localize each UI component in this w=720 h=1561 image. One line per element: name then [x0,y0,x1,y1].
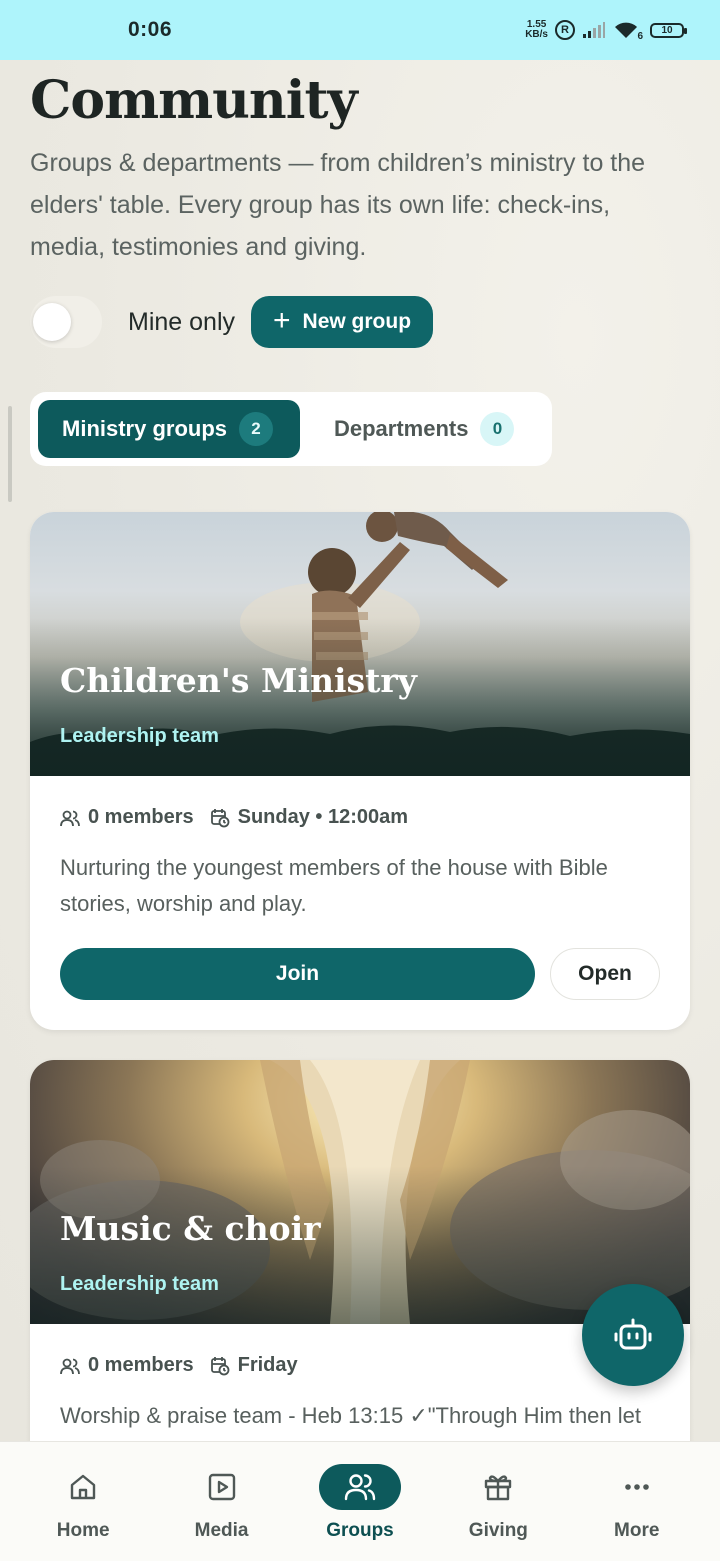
page-title: Community [30,70,358,131]
members-count: 0 members [60,806,194,829]
nav-item-more[interactable]: More [577,1464,697,1542]
status-time: 0:06 [128,18,173,41]
group-card-childrens-ministry[interactable]: Children's Ministry Leadership team 0 me… [30,512,690,1030]
status-icons: 1.55 KB/s R 6 10 [525,19,687,42]
new-group-label: New group [302,310,412,333]
tab-count-badge: 2 [239,412,274,446]
group-role: Leadership team [60,725,219,747]
group-description: Nurturing the youngest members of the ho… [60,855,608,916]
network-speed: 1.55 KB/s [525,19,548,40]
users-icon [60,810,80,826]
page-subtitle: Groups & departments — from children’s m… [30,149,646,261]
toggle-knob [33,303,71,341]
nav-item-media[interactable]: Media [162,1464,282,1542]
nav-item-giving[interactable]: Giving [438,1464,558,1542]
new-group-button[interactable]: + New group [251,296,434,348]
nav-item-home[interactable]: Home [23,1464,143,1542]
nav-label: Groups [326,1520,394,1541]
battery-icon: 10 [650,22,687,38]
gift-icon [485,1475,512,1501]
nav-label: Media [194,1520,249,1541]
group-controls: Mine only + New group [30,296,434,348]
more-icon [624,1484,649,1490]
nav-label: Giving [468,1520,528,1541]
open-button[interactable]: Open [550,948,660,1000]
group-role: Leadership team [60,1273,219,1295]
group-name: Children's Ministry [60,661,417,700]
nav-item-groups[interactable]: Groups [300,1464,420,1542]
tab-label: Ministry groups [62,416,228,441]
group-description: Worship & praise team - Heb 13:15 ✓"Thro… [60,1403,641,1428]
group-cover-image: Children's Ministry Leadership team [30,512,690,776]
group-meta: 0 members Sunday • 12:00am [60,806,408,829]
tab-departments[interactable]: Departments 0 [300,400,538,458]
tab-count-badge: 0 [480,412,515,446]
wifi-icon: 6 [613,20,643,42]
members-count: 0 members [60,1354,194,1377]
join-button[interactable]: Join [60,948,535,1000]
home-icon [70,1474,96,1500]
calendar-clock-icon [210,808,230,827]
users-icon [60,1358,80,1374]
users-icon [344,1474,376,1501]
group-card-music-choir[interactable]: Music & choir Leadership team 0 members … [30,1060,690,1441]
tab-ministry-groups[interactable]: Ministry groups 2 [38,400,300,458]
signal-icon [583,22,605,38]
mine-only-toggle[interactable] [30,296,102,348]
play-icon [208,1473,235,1501]
robot-icon [614,1318,652,1350]
nav-label: Home [56,1520,110,1541]
group-cover-image: Music & choir Leadership team [30,1060,690,1324]
assistant-bot-button[interactable] [582,1284,684,1386]
group-name: Music & choir [60,1209,321,1248]
mine-only-label: Mine only [128,307,235,336]
scroll-indicator[interactable] [8,406,12,502]
bottom-navigation: Home Media Groups Giving More [0,1441,720,1561]
community-page: Community Groups & departments — from ch… [0,60,720,1441]
meeting-schedule: Friday [210,1354,298,1377]
plus-icon: + [273,303,291,337]
status-bar: 0:06 1.55 KB/s R 6 10 [0,0,720,60]
group-meta: 0 members Friday [60,1354,298,1377]
r-badge-icon: R [555,20,575,40]
calendar-clock-icon [210,1356,230,1375]
nav-label: More [614,1520,660,1541]
meeting-schedule: Sunday • 12:00am [210,806,408,829]
group-type-tabs: Ministry groups 2 Departments 0 [30,392,552,466]
tab-label: Departments [334,416,469,441]
